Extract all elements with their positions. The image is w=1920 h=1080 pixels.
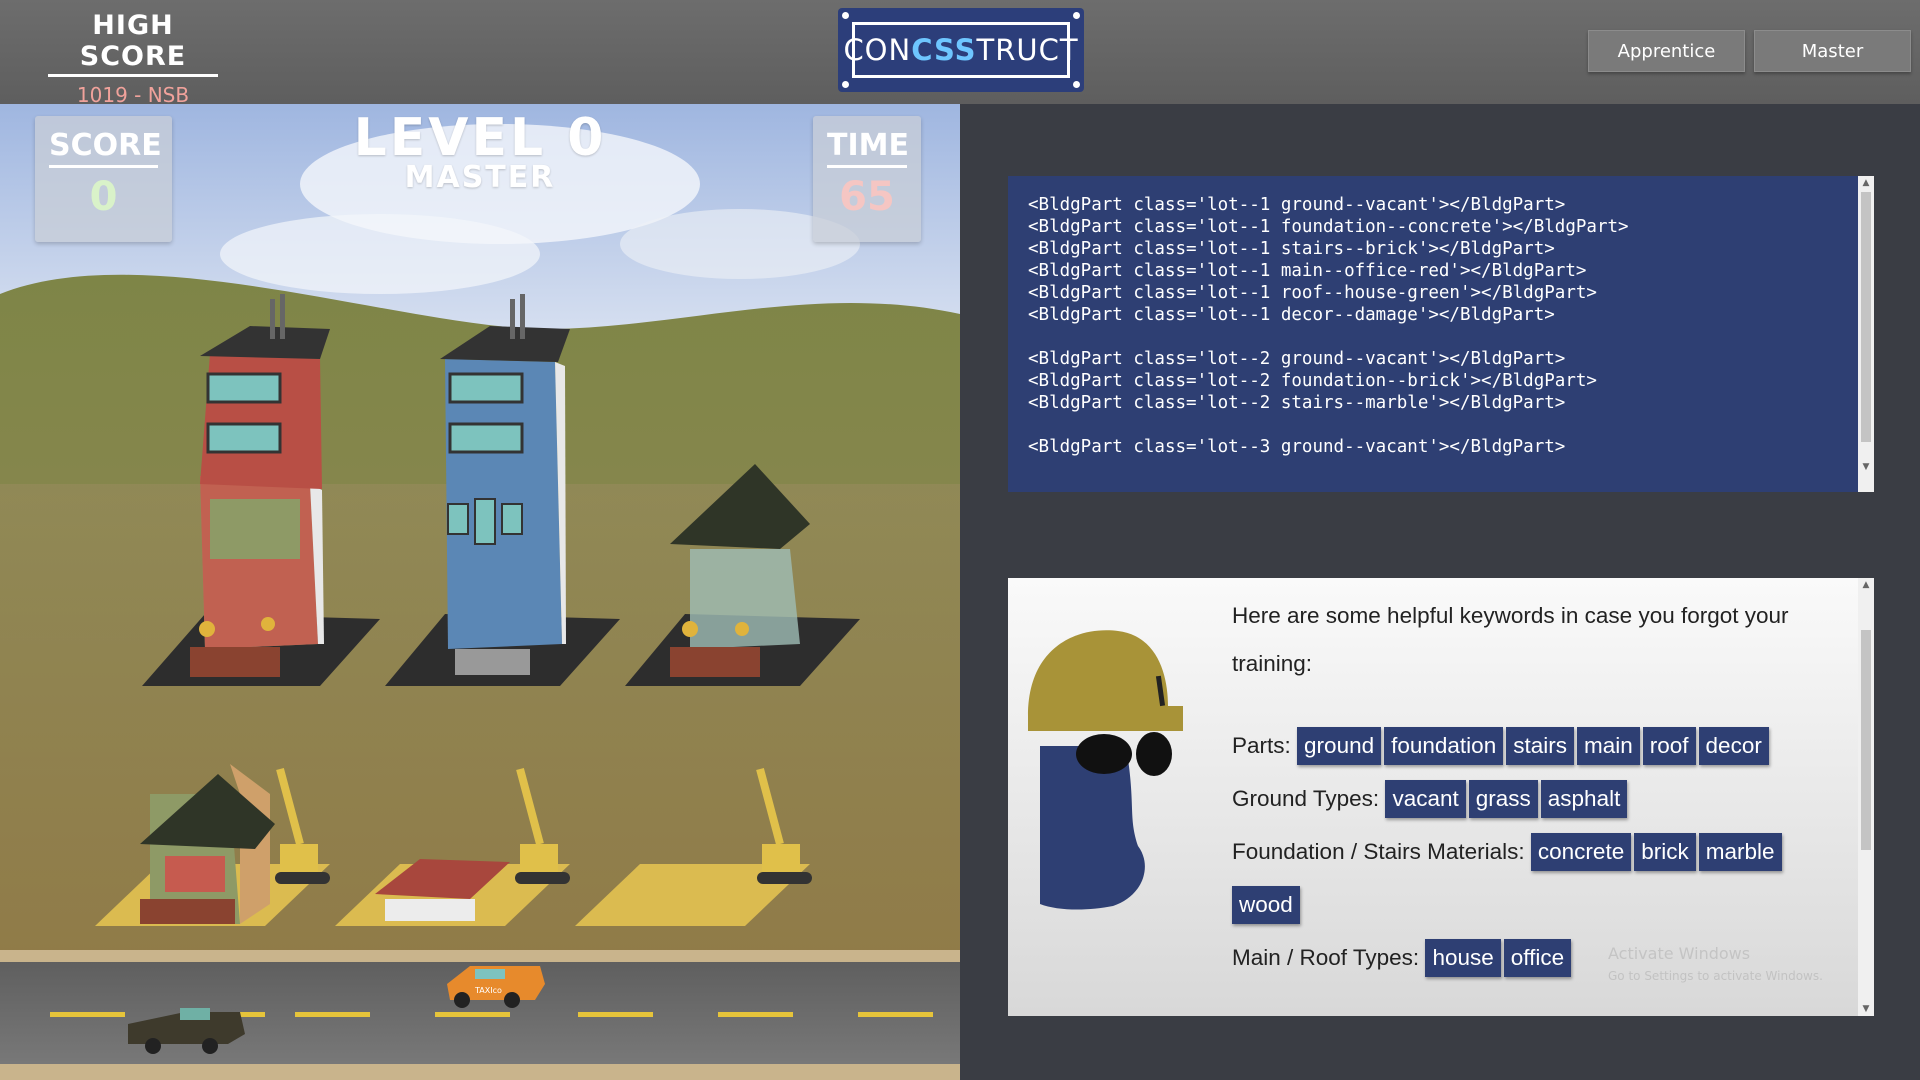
level-heading: LEVEL 0 MASTER [320, 108, 640, 195]
keyword-main: main [1576, 727, 1640, 765]
construction-worker-icon [1028, 630, 1183, 910]
score-value: 0 [89, 174, 118, 220]
scroll-down-icon[interactable]: ▼ [1858, 462, 1874, 472]
apprentice-button[interactable]: Apprentice [1588, 30, 1745, 72]
scroll-up-icon[interactable]: ▲ [1858, 178, 1874, 188]
taxi-text: TAXIco [474, 986, 502, 995]
master-button[interactable]: Master [1754, 30, 1911, 72]
help-scrollbar[interactable]: ▲ ▼ [1858, 578, 1874, 1016]
help-panel: Here are some helpful keywords in case y… [1008, 578, 1874, 1016]
scene-illustration: TAXIco [0, 104, 960, 1080]
high-score-label: HIGH SCORE [48, 10, 218, 77]
keyword-decor: decor [1698, 727, 1769, 765]
code-scrollbar[interactable]: ▲ ▼ [1858, 176, 1874, 492]
cloud [220, 214, 540, 294]
ground-types-row: Ground Types: vacant grass asphalt [1232, 775, 1842, 828]
top-bar: HIGH SCORE 1019 - NSB CON CSS TRUCT Appren… [0, 0, 1920, 107]
keyword-concrete: concrete [1530, 833, 1632, 871]
time-value: 65 [839, 174, 895, 220]
watermark-line-1: Activate Windows [1608, 944, 1751, 963]
logo-text: CON CSS TRUCT [843, 22, 1078, 78]
keyword-vacant: vacant [1385, 780, 1466, 818]
concsstruct-logo: CON CSS TRUCT [838, 8, 1084, 92]
time-panel: TIME 65 [813, 116, 921, 242]
parts-row: Parts: ground foundation stairs main roof dec… [1232, 722, 1842, 775]
materials-label: Foundation / Stairs Materials: [1232, 839, 1525, 864]
bolt-icon [842, 81, 849, 88]
main-roof-label: Main / Roof Types: [1232, 945, 1420, 970]
bolt-icon [842, 12, 849, 19]
parts-label: Parts: [1232, 733, 1291, 758]
bolt-icon [1073, 12, 1080, 19]
scroll-up-icon[interactable]: ▲ [1858, 580, 1874, 590]
help-text: Here are some helpful keywords in case y… [1232, 592, 1842, 987]
scroll-thumb[interactable] [1861, 630, 1871, 850]
scroll-thumb[interactable] [1861, 192, 1871, 442]
watermark-line-2: Go to Settings to activate Windows. [1608, 969, 1823, 983]
logo-part-css: CSS [911, 33, 977, 67]
logo-part-con: CON [843, 33, 912, 67]
keyword-stairs: stairs [1506, 727, 1574, 765]
keyword-roof: roof [1642, 727, 1696, 765]
scroll-down-icon[interactable]: ▼ [1858, 1004, 1874, 1014]
bolt-icon [1073, 81, 1080, 88]
score-panel: SCORE 0 [35, 116, 172, 242]
windows-watermark: Activate Windows Go to Settings to activ… [1608, 943, 1823, 987]
keyword-brick: brick [1634, 833, 1696, 871]
level-title: LEVEL 0 [353, 108, 607, 168]
time-label: TIME [827, 128, 909, 168]
keyword-marble: marble [1698, 833, 1782, 871]
score-label: SCORE [49, 128, 162, 168]
keyword-grass: grass [1468, 780, 1538, 818]
keyword-house: house [1425, 939, 1501, 977]
code-editor[interactable]: <BldgPart class='lot--1 ground--vacant'>… [1008, 176, 1874, 492]
ground-types-label: Ground Types: [1232, 786, 1380, 811]
game-scene: TAXIco SCORE 0 LEVEL 0 MASTER TIME 65 [0, 104, 960, 1080]
help-intro: Here are some helpful keywords in case y… [1232, 603, 1789, 676]
logo-part-truct: TRUCT [976, 33, 1079, 67]
keyword-ground: ground [1297, 727, 1382, 765]
keyword-foundation: foundation [1384, 727, 1504, 765]
materials-row: Foundation / Stairs Materials: concrete b… [1232, 828, 1842, 934]
high-score-block: HIGH SCORE 1019 - NSB [48, 10, 218, 107]
keyword-office: office [1503, 939, 1572, 977]
code-text[interactable]: <BldgPart class='lot--1 ground--vacant'>… [1028, 194, 1629, 458]
keyword-asphalt: asphalt [1540, 780, 1628, 818]
keyword-wood: wood [1232, 886, 1300, 924]
